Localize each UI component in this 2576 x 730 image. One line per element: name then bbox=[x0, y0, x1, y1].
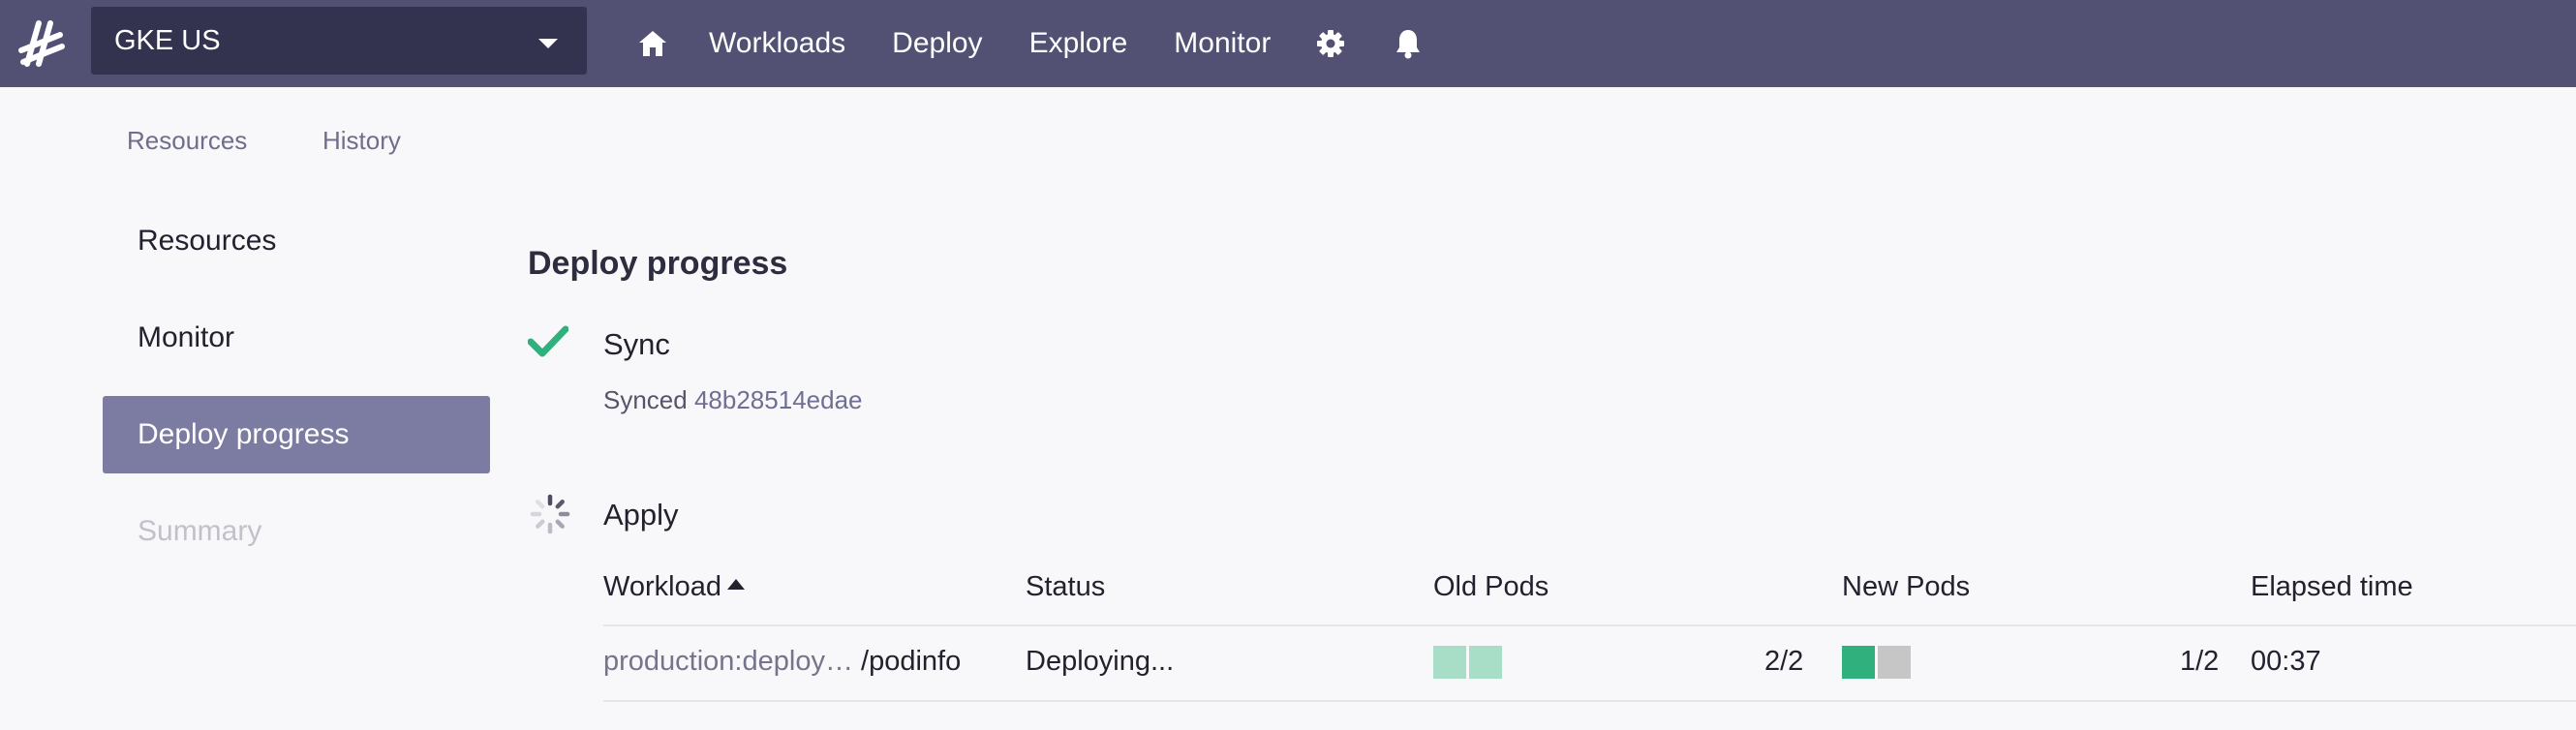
old-pods-count: 2/2 bbox=[1764, 646, 1804, 677]
subtab-history[interactable]: History bbox=[322, 126, 401, 156]
sidebar-item-resources[interactable]: Resources bbox=[103, 202, 490, 280]
top-navigation-bar: GKE US Workloads Deploy Explore Monitor bbox=[0, 0, 2576, 87]
chevron-down-icon bbox=[538, 39, 558, 48]
nav-explore[interactable]: Explore bbox=[1029, 27, 1128, 60]
pod-indicator bbox=[1469, 646, 1502, 679]
sidebar-item-label: Summary bbox=[138, 515, 262, 547]
sidebar-item-deploy-progress[interactable]: Deploy progress bbox=[103, 396, 490, 473]
pod-indicator bbox=[1878, 646, 1911, 679]
logo-icon[interactable] bbox=[17, 17, 66, 70]
check-icon bbox=[527, 324, 569, 362]
pod-indicator bbox=[1433, 646, 1466, 679]
divider bbox=[603, 700, 2576, 702]
column-header-workload[interactable]: Workload bbox=[603, 571, 745, 603]
environment-select-value: GKE US bbox=[114, 24, 221, 56]
gear-icon[interactable] bbox=[1311, 0, 1350, 87]
nav-monitor[interactable]: Monitor bbox=[1174, 27, 1271, 60]
sidebar-item-label: Resources bbox=[138, 225, 277, 257]
column-header-label: Workload bbox=[603, 571, 721, 602]
commit-link[interactable]: 48b28514edae bbox=[694, 385, 863, 414]
column-header-elapsed-time[interactable]: Elapsed time bbox=[2251, 571, 2413, 603]
step-sync-title: Sync bbox=[603, 327, 670, 361]
pod-indicator bbox=[1842, 646, 1875, 679]
status-cell: Deploying... bbox=[1026, 646, 1175, 677]
sync-status-prefix: Synced bbox=[603, 385, 688, 414]
elapsed-time-cell: 00:37 bbox=[2251, 646, 2321, 677]
sort-ascending-icon[interactable] bbox=[726, 579, 745, 590]
home-icon[interactable] bbox=[633, 0, 672, 87]
bell-icon[interactable] bbox=[1389, 0, 1427, 87]
new-pods-count: 1/2 bbox=[2180, 646, 2220, 677]
page-title: Deploy progress bbox=[528, 245, 788, 282]
sync-status: Synced 48b28514edae bbox=[603, 385, 863, 415]
spinner-icon bbox=[529, 493, 571, 540]
sidebar-item-label: Monitor bbox=[138, 321, 235, 353]
column-header-status[interactable]: Status bbox=[1026, 571, 1105, 603]
nav-deploy[interactable]: Deploy bbox=[892, 27, 982, 60]
old-pods-bar bbox=[1433, 646, 1502, 679]
sidebar-item-label: Deploy progress bbox=[138, 418, 350, 450]
workload-name: /podinfo bbox=[861, 646, 962, 677]
main-nav: Workloads Deploy Explore Monitor bbox=[629, 0, 1427, 87]
new-pods-bar bbox=[1842, 646, 1911, 679]
divider bbox=[603, 624, 2576, 626]
sidebar-item-monitor[interactable]: Monitor bbox=[103, 299, 490, 377]
sidebar-item-summary: Summary bbox=[103, 493, 490, 570]
workload-cell[interactable]: production:deploy… /podinfo bbox=[603, 646, 961, 678]
nav-workloads[interactable]: Workloads bbox=[709, 27, 845, 60]
column-header-old-pods[interactable]: Old Pods bbox=[1433, 571, 1549, 603]
subtab-resources[interactable]: Resources bbox=[127, 126, 247, 156]
workload-namespace: production:deploy… bbox=[603, 646, 853, 677]
environment-select[interactable]: GKE US bbox=[91, 7, 587, 75]
column-header-new-pods[interactable]: New Pods bbox=[1842, 571, 1970, 603]
step-apply-title: Apply bbox=[603, 498, 679, 532]
